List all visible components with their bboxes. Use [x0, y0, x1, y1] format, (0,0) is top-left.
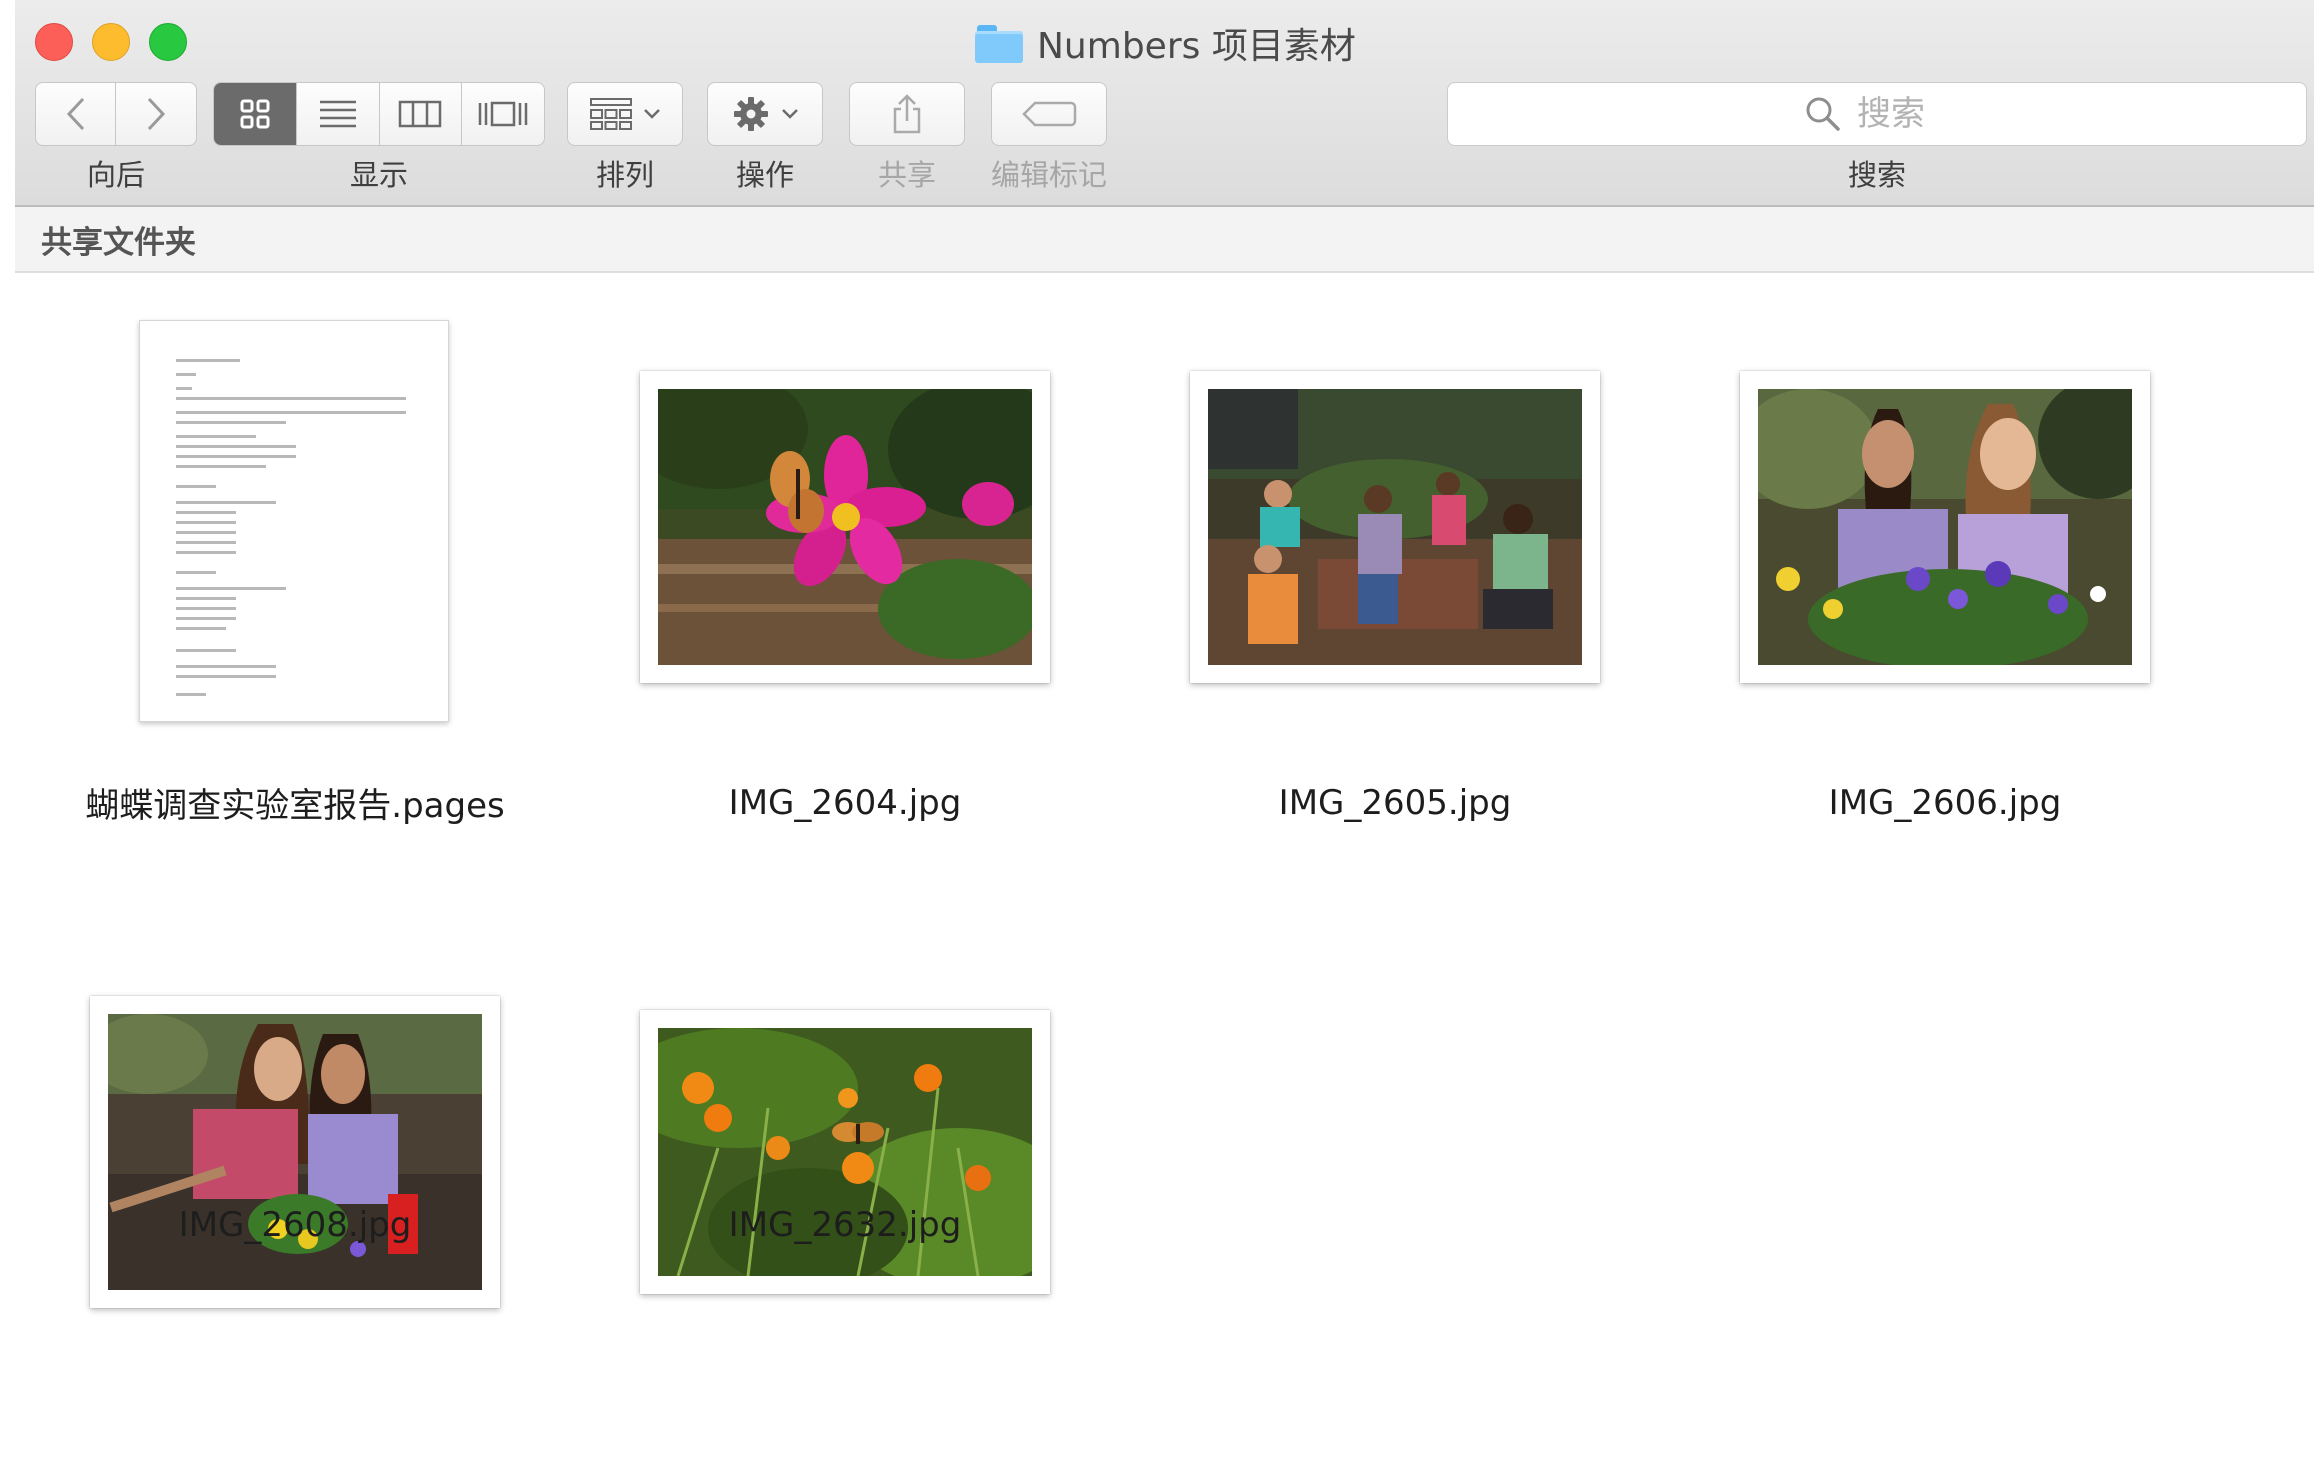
folder-icon [975, 23, 1023, 63]
action-label: 操作 [735, 158, 794, 192]
share-label: 共享 [877, 158, 936, 192]
image-thumbnail [640, 1010, 1050, 1294]
file-grid: 蝴蝶调查实验室报告.pages IMG_2604.jpg IMG_2605.jp… [15, 273, 2314, 1474]
close-window-button[interactable] [35, 23, 73, 61]
girls-planting-photo [108, 1014, 482, 1290]
search-input[interactable] [1855, 93, 1949, 135]
action-button[interactable] [707, 82, 823, 146]
forward-button[interactable] [115, 82, 197, 146]
path-bar: 共享文件夹 [15, 207, 2314, 273]
zoom-window-button[interactable] [149, 23, 187, 61]
view-segmented-control[interactable] [213, 82, 545, 146]
back-label: 向后 [86, 158, 145, 192]
grid-icon [240, 99, 270, 129]
chevron-right-icon [147, 97, 166, 131]
flower-butterfly-photo [658, 389, 1032, 665]
window-title-text: Numbers 项目素材 [1037, 26, 1356, 67]
cover-flow-icon [478, 101, 528, 127]
list-view-button[interactable] [297, 83, 380, 145]
column-view-button[interactable] [380, 83, 463, 145]
finder-window: Numbers 项目素材 向后 显示 排列 操作 共享 编辑标记 搜索 搜索 共… [15, 0, 2314, 1474]
search-field[interactable] [1447, 82, 2307, 146]
file-name: IMG_2608.jpg [178, 1205, 412, 1245]
window-title: Numbers 项目素材 [975, 18, 1356, 68]
gallery-view-button[interactable] [462, 83, 544, 145]
icon-view-button[interactable] [214, 83, 297, 145]
chevron-left-icon [66, 97, 85, 131]
image-thumbnail [640, 371, 1050, 683]
garden-group-photo [1208, 389, 1582, 665]
file-name: IMG_2606.jpg [1828, 783, 2062, 823]
image-thumbnail [1190, 371, 1600, 683]
file-name: IMG_2604.jpg [728, 783, 962, 823]
document-thumbnail [139, 320, 449, 722]
chevron-down-icon [644, 109, 660, 119]
share-icon [893, 94, 921, 134]
columns-icon [399, 100, 442, 128]
file-name: IMG_2605.jpg [1278, 783, 1512, 823]
arrange-grid-icon [590, 98, 632, 130]
toolbar: Numbers 项目素材 向后 显示 排列 操作 共享 编辑标记 搜索 搜索 [15, 0, 2314, 207]
arrange-button[interactable] [567, 82, 683, 146]
tag-icon [1022, 101, 1077, 127]
edit-tags-button[interactable] [991, 82, 1107, 146]
gear-icon [734, 97, 768, 131]
search-icon [1806, 97, 1840, 131]
image-thumbnail [90, 996, 500, 1308]
path-bar-label: 共享文件夹 [41, 224, 196, 261]
image-thumbnail [1740, 371, 2150, 683]
view-label: 显示 [349, 158, 408, 192]
girls-flowers-photo [1758, 389, 2132, 665]
back-button[interactable] [35, 82, 117, 146]
file-name: IMG_2632.jpg [728, 1205, 962, 1245]
list-icon [319, 100, 356, 128]
file-name: 蝴蝶调查实验室报告.pages [85, 786, 505, 826]
arrange-label: 排列 [595, 158, 654, 192]
edit-tags-label: 编辑标记 [990, 158, 1107, 192]
chevron-down-icon [782, 109, 798, 119]
share-button[interactable] [849, 82, 965, 146]
search-label: 搜索 [1847, 158, 1906, 192]
minimize-window-button[interactable] [92, 23, 130, 61]
